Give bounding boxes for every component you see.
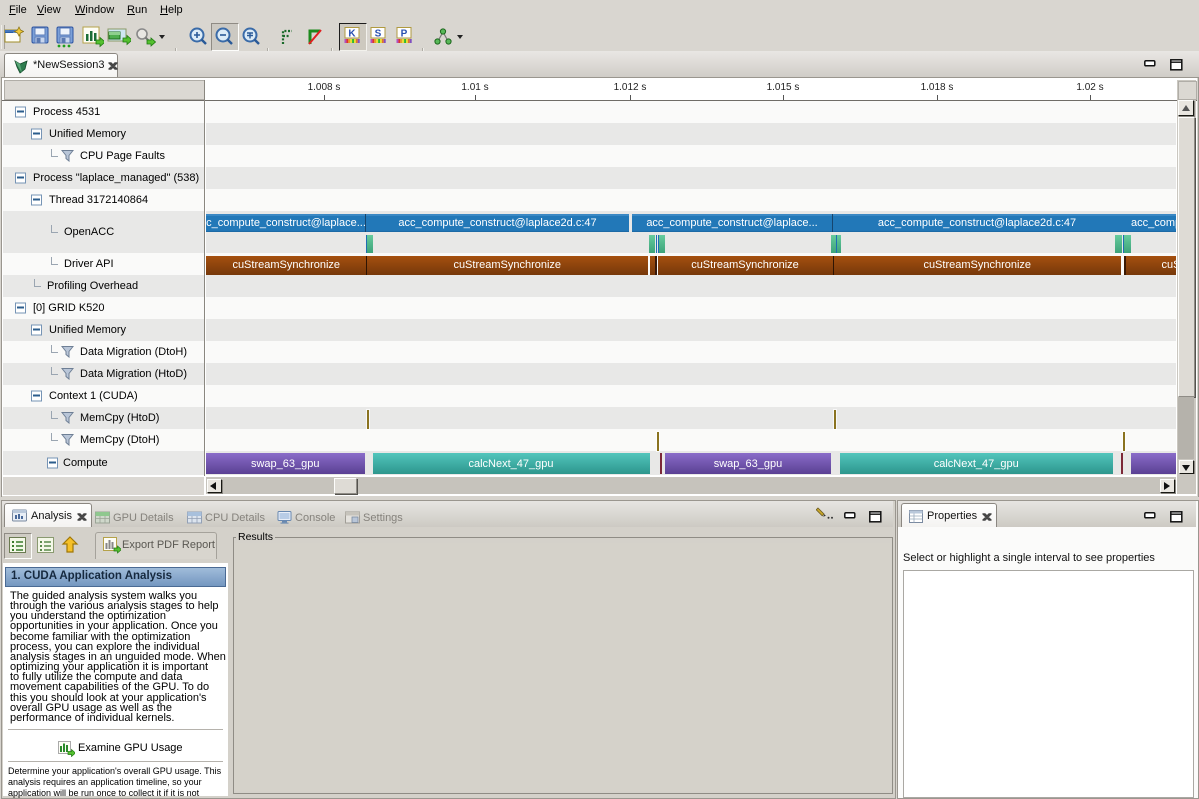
svg-text:P: P bbox=[401, 29, 408, 40]
svg-text:S: S bbox=[375, 29, 382, 40]
svg-text:K: K bbox=[348, 29, 356, 40]
